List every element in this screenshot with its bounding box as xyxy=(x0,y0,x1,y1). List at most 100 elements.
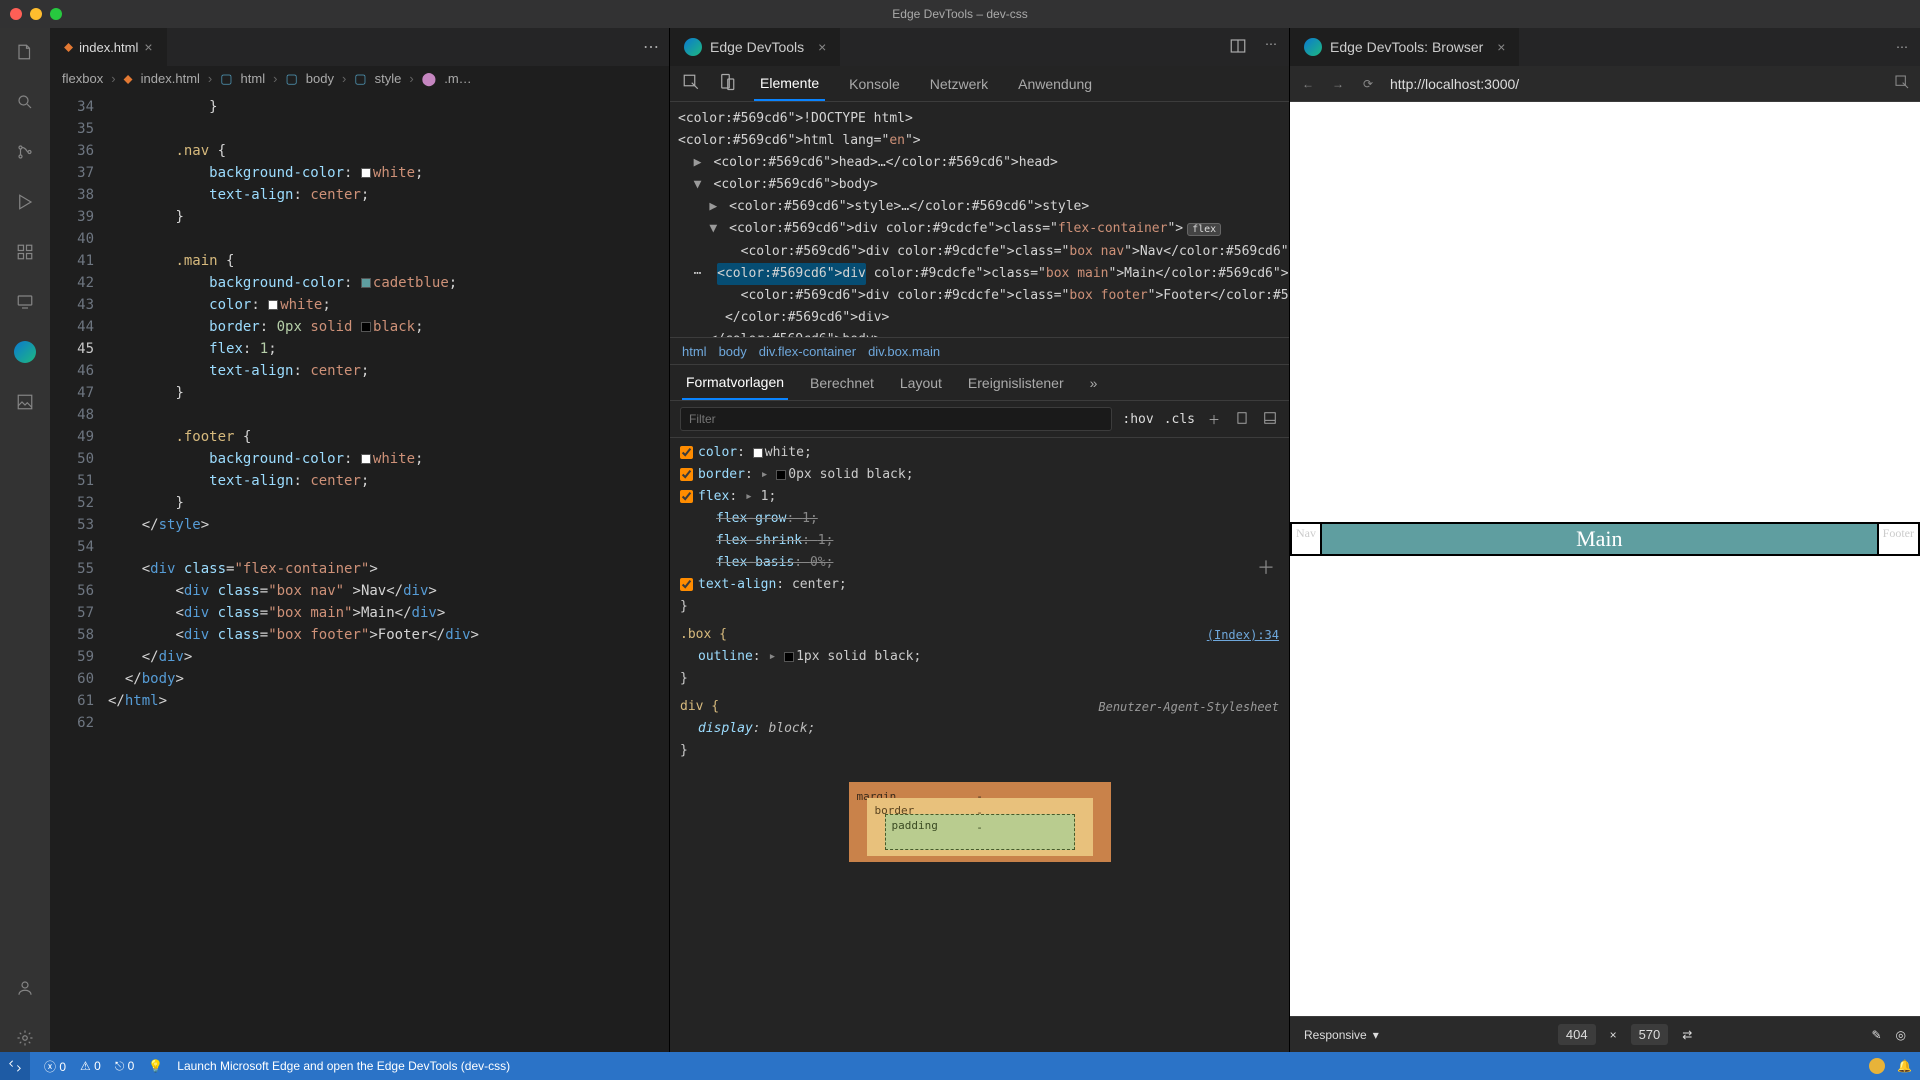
tab-elements[interactable]: Elemente xyxy=(754,66,825,101)
tab-label: Edge DevTools xyxy=(710,39,804,55)
ports-count[interactable]: ⎋ 0 xyxy=(115,1059,135,1074)
errors-count[interactable]: ⓧ 0 xyxy=(44,1058,66,1075)
dom-breadcrumbs[interactable]: html body div.flex-container div.box.mai… xyxy=(670,337,1289,365)
device-icon[interactable] xyxy=(1233,411,1251,428)
demo-nav: Nav xyxy=(1291,523,1321,555)
html-file-icon: ⬥ xyxy=(64,39,73,55)
devtools-toolbar: Elemente Konsole Netzwerk Anwendung xyxy=(670,66,1289,102)
edit-icon[interactable]: ✎ xyxy=(1871,1028,1881,1042)
settings-gear-icon[interactable] xyxy=(11,1024,39,1052)
tab-network[interactable]: Netzwerk xyxy=(924,66,994,101)
add-rule-icon[interactable]: ＋ xyxy=(1205,411,1223,428)
tab-console[interactable]: Konsole xyxy=(843,66,906,101)
breadcrumbs[interactable]: flexbox› ⬥index.html› ▢html› ▢body› ▢sty… xyxy=(50,66,669,92)
breadcrumb-item[interactable]: index.html xyxy=(141,71,200,86)
crumb[interactable]: div.flex-container xyxy=(759,344,856,359)
styles-filter-input[interactable] xyxy=(680,407,1112,431)
more-icon[interactable]: ⋯ xyxy=(1896,40,1908,54)
responsive-bar: Responsive▾ 404 × 570 ⇄ ✎ ◎ xyxy=(1290,1016,1920,1052)
breadcrumb-item[interactable]: body xyxy=(306,71,334,86)
remote-button[interactable] xyxy=(0,1052,30,1080)
editor-more-icon[interactable]: ⋯ xyxy=(633,37,669,57)
styles-filter-bar: :hov .cls ＋ xyxy=(670,401,1289,438)
browser-viewport: Nav Main Footer xyxy=(1290,102,1920,1016)
browser-tabs: Edge DevTools: Browser × ⋯ xyxy=(1290,28,1920,66)
dom-tree[interactable]: <color:#569cd6">!DOCTYPE html><color:#56… xyxy=(670,102,1289,337)
close-window-button[interactable] xyxy=(10,8,22,20)
rotate-icon[interactable]: ⇄ xyxy=(1682,1028,1692,1042)
width-input[interactable]: 404 xyxy=(1558,1024,1596,1045)
editor-panel: ⬥ index.html × ⋯ flexbox› ⬥index.html› ▢… xyxy=(50,28,670,1052)
warnings-count[interactable]: ⚠ 0 xyxy=(80,1059,101,1073)
tab-listeners[interactable]: Ereignislistener xyxy=(964,365,1068,400)
demo-footer: Footer xyxy=(1878,523,1919,555)
more-tabs-icon[interactable]: » xyxy=(1090,375,1098,391)
url-bar[interactable]: http://localhost:3000/ xyxy=(1390,76,1880,92)
activity-bar xyxy=(0,28,50,1052)
inspect-icon[interactable] xyxy=(682,73,700,94)
device-icon[interactable] xyxy=(718,73,736,94)
maximize-window-button[interactable] xyxy=(50,8,62,20)
add-property-icon[interactable]: ＋ xyxy=(1257,558,1275,580)
bell-icon[interactable]: 🔔 xyxy=(1897,1059,1912,1073)
responsive-selector[interactable]: Responsive▾ xyxy=(1304,1028,1379,1042)
target-icon[interactable]: ◎ xyxy=(1896,1028,1906,1042)
code-editor[interactable]: 3435363738394041424344454647484950515253… xyxy=(50,92,669,1052)
edge-extension-icon[interactable] xyxy=(11,338,39,366)
breadcrumb-item[interactable]: flexbox xyxy=(62,71,103,86)
tab-label: Edge DevTools: Browser xyxy=(1330,39,1483,55)
browser-tab[interactable]: Edge DevTools: Browser × xyxy=(1290,28,1519,66)
styles-rules[interactable]: color: white;border: ▸ 0px solid black;f… xyxy=(670,438,1289,1052)
crumb[interactable]: body xyxy=(719,344,747,359)
status-message[interactable]: Launch Microsoft Edge and open the Edge … xyxy=(177,1059,510,1073)
forward-icon[interactable]: → xyxy=(1330,77,1346,91)
status-bar: ⓧ 0 ⚠ 0 ⎋ 0 💡 Launch Microsoft Edge and … xyxy=(0,1052,1920,1080)
demo-main: Main xyxy=(1321,523,1878,555)
tab-styles[interactable]: Formatvorlagen xyxy=(682,365,788,400)
edge-icon xyxy=(684,38,702,56)
close-tab-icon[interactable]: × xyxy=(1497,39,1505,55)
tab-label: index.html xyxy=(79,40,138,55)
more-icon[interactable]: ⋯ xyxy=(1265,37,1277,58)
editor-tab-index-html[interactable]: ⬥ index.html × xyxy=(50,28,168,66)
devtools-tabs: Edge DevTools × ⋯ xyxy=(670,28,1289,66)
crumb[interactable]: html xyxy=(682,344,707,359)
search-icon[interactable] xyxy=(11,88,39,116)
close-tab-icon[interactable]: × xyxy=(144,39,152,55)
inspect-icon[interactable] xyxy=(1894,74,1910,93)
styles-tabs: Formatvorlagen Berechnet Layout Ereignis… xyxy=(670,365,1289,401)
code-body[interactable]: } .nav { background-color: white; text-a… xyxy=(108,92,669,1052)
reload-icon[interactable]: ⟳ xyxy=(1360,77,1376,91)
files-icon[interactable] xyxy=(11,38,39,66)
status-indicator-icon[interactable] xyxy=(1869,1058,1885,1074)
hint-icon: 💡 xyxy=(148,1059,163,1073)
tab-computed[interactable]: Berechnet xyxy=(806,365,878,400)
tab-application[interactable]: Anwendung xyxy=(1012,66,1098,101)
edge-icon xyxy=(1304,38,1322,56)
debug-icon[interactable] xyxy=(11,188,39,216)
split-icon[interactable] xyxy=(1229,37,1247,58)
height-input[interactable]: 570 xyxy=(1631,1024,1669,1045)
close-tab-icon[interactable]: × xyxy=(818,39,826,55)
breadcrumb-item[interactable]: .m… xyxy=(444,71,471,86)
times-icon: × xyxy=(1610,1028,1617,1042)
hov-toggle[interactable]: :hov xyxy=(1122,412,1153,427)
remote-icon[interactable] xyxy=(11,288,39,316)
crumb[interactable]: div.box.main xyxy=(868,344,940,359)
browser-panel: Edge DevTools: Browser × ⋯ ← → ⟳ http://… xyxy=(1290,28,1920,1052)
editor-tabs: ⬥ index.html × ⋯ xyxy=(50,28,669,66)
minimize-window-button[interactable] xyxy=(30,8,42,20)
workspace: ⬥ index.html × ⋯ flexbox› ⬥index.html› ▢… xyxy=(0,28,1920,1052)
account-icon[interactable] xyxy=(11,974,39,1002)
cls-toggle[interactable]: .cls xyxy=(1164,412,1195,427)
devtools-tab[interactable]: Edge DevTools × xyxy=(670,28,840,66)
back-icon[interactable]: ← xyxy=(1300,77,1316,91)
page-frame[interactable]: Nav Main Footer xyxy=(1290,102,1920,1016)
image-icon[interactable] xyxy=(11,388,39,416)
source-control-icon[interactable] xyxy=(11,138,39,166)
panel-icon[interactable] xyxy=(1261,411,1279,428)
breadcrumb-item[interactable]: html xyxy=(241,71,266,86)
tab-layout[interactable]: Layout xyxy=(896,365,946,400)
extensions-icon[interactable] xyxy=(11,238,39,266)
breadcrumb-item[interactable]: style xyxy=(375,71,402,86)
